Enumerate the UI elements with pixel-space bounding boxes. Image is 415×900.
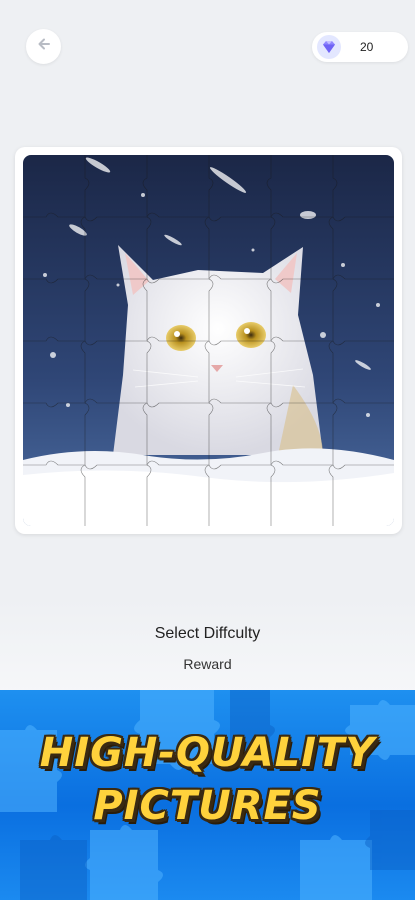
top-bar: 20 <box>0 0 415 100</box>
promo-headline-line1: HIGH-QUALITY <box>39 730 376 776</box>
puzzle-screen: 20 Select Diffculty Reward HIGH-QUALITY … <box>0 0 415 900</box>
gem-count: 20 <box>360 40 374 54</box>
diamond-icon <box>317 35 341 59</box>
gem-balance[interactable]: 20 <box>312 32 408 62</box>
promo-headline-line2: PICTURES <box>93 783 322 829</box>
difficulty-title: Select Diffculty <box>154 625 261 642</box>
arrow-left-icon <box>37 37 51 56</box>
back-button[interactable] <box>26 29 61 64</box>
puzzle-card <box>15 147 402 534</box>
difficulty-option[interactable]: Reward <box>0 656 415 672</box>
puzzle-image[interactable] <box>23 155 394 526</box>
